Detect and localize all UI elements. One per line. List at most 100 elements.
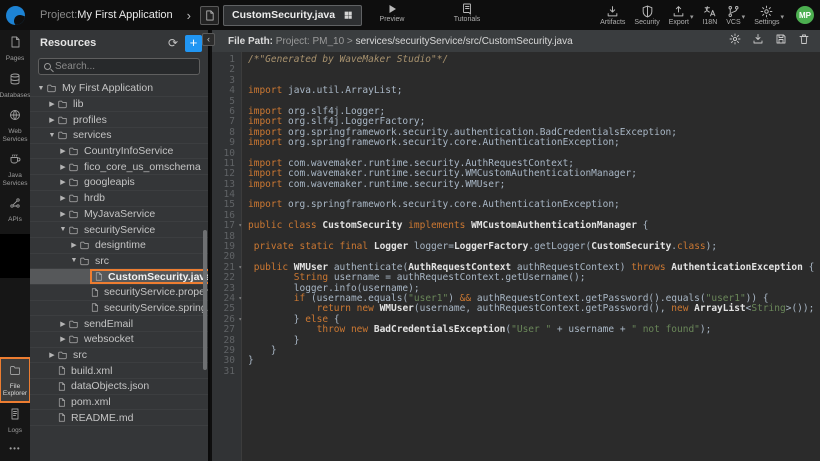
- more-options-icon[interactable]: •••: [9, 438, 20, 461]
- fold-arrow-icon[interactable]: ▾: [238, 315, 242, 325]
- expand-arrow-icon[interactable]: ▶: [47, 116, 57, 124]
- rail-item-file-explorer[interactable]: File Explorer: [0, 358, 30, 402]
- tree-item-profiles[interactable]: ▶profiles: [30, 112, 208, 128]
- tree-item-countryinfoservice[interactable]: ▶ CountryInfoService: [30, 144, 208, 160]
- rail-item-java-services[interactable]: Java Services: [0, 147, 30, 191]
- globe-icon: [9, 108, 21, 126]
- line-number: 31: [212, 367, 242, 377]
- folder-icon: [79, 240, 90, 250]
- trash-icon[interactable]: [798, 32, 810, 50]
- folder-icon: [57, 115, 68, 125]
- code-text: [242, 65, 248, 75]
- tree-item-designtime[interactable]: ▶designtime: [30, 238, 208, 254]
- panel-collapse-button[interactable]: ‹: [202, 33, 215, 46]
- rail-item-databases[interactable]: Databases: [0, 67, 30, 104]
- tree-item-customsecurity-java[interactable]: CustomSecurity.java: [30, 269, 208, 285]
- tree-item-myjavaservice[interactable]: ▶MyJavaService: [30, 207, 208, 223]
- folder-icon: [68, 319, 79, 329]
- line-number: 2: [212, 65, 242, 75]
- fold-arrow-icon[interactable]: ▾: [238, 221, 242, 231]
- expand-arrow-icon[interactable]: ▶: [58, 178, 68, 186]
- resources-title: Resources: [40, 37, 168, 49]
- collapse-arrow-icon[interactable]: ▼: [36, 85, 46, 92]
- tree-item-securityservice-spring-xml[interactable]: securityService.spring.xml: [30, 301, 208, 317]
- expand-arrow-icon[interactable]: ▶: [47, 351, 57, 359]
- tutorials-label: Tutorials: [454, 16, 481, 23]
- settings-button[interactable]: Settings: [754, 5, 779, 26]
- fold-arrow-icon[interactable]: ▾: [238, 294, 242, 304]
- tree-item-src[interactable]: ▼src: [30, 254, 208, 270]
- collapse-arrow-icon[interactable]: ▼: [47, 132, 57, 139]
- line-number: 3: [212, 76, 242, 86]
- line-number: 9: [212, 138, 242, 148]
- expand-arrow-icon[interactable]: ▶: [47, 100, 57, 108]
- refresh-icon[interactable]: ⟳: [168, 36, 178, 50]
- file-tree: ▼My First Application▶lib▶profiles▼servi…: [30, 81, 208, 426]
- tree-item-dataobjects-json[interactable]: dataObjects.json: [30, 379, 208, 395]
- user-avatar[interactable]: MP: [796, 6, 814, 24]
- grid-icon[interactable]: [343, 10, 353, 20]
- code-line-30: 30}: [212, 356, 820, 366]
- code-line-28: 28 }: [212, 336, 820, 346]
- collapse-arrow-icon[interactable]: ▼: [58, 226, 68, 233]
- tree-scrollbar[interactable]: [203, 230, 207, 370]
- tree-item-label: CountryInfoService: [84, 145, 173, 157]
- expand-arrow-icon[interactable]: ▶: [58, 320, 68, 328]
- tutorials-button[interactable]: Tutorials: [450, 3, 484, 23]
- code-editor[interactable]: File Path: Project: PM_10 > services/sec…: [212, 30, 820, 461]
- security-button[interactable]: Security: [634, 5, 659, 26]
- resource-search[interactable]: [38, 58, 200, 75]
- preview-button[interactable]: Preview: [377, 3, 407, 23]
- search-input[interactable]: [55, 61, 194, 72]
- tree-item-websocket[interactable]: ▶websocket: [30, 332, 208, 348]
- editor-settings-gear-icon[interactable]: [729, 32, 741, 50]
- tree-item-securityservice[interactable]: ▼ securityService: [30, 222, 208, 238]
- tree-item-lib[interactable]: ▶lib: [30, 97, 208, 113]
- code-area[interactable]: 1/*"Generated by WaveMaker Studio"*/234i…: [212, 52, 820, 461]
- tree-item-sendemail[interactable]: ▶sendEmail: [30, 316, 208, 332]
- tree-item-src[interactable]: ▶src: [30, 348, 208, 364]
- artifacts-button[interactable]: Artifacts: [600, 5, 625, 26]
- tree-item-build-xml[interactable]: build.xml: [30, 363, 208, 379]
- tree-item-readme-md[interactable]: README.md: [30, 410, 208, 426]
- folder-icon: [57, 99, 68, 109]
- expand-arrow-icon[interactable]: ▶: [58, 194, 68, 202]
- i18n-button[interactable]: I18N: [702, 5, 717, 26]
- selected-file-highlight: CustomSecurity.java: [90, 269, 208, 284]
- tree-item-label: CustomSecurity.java: [108, 271, 208, 283]
- folder-icon: [68, 334, 79, 344]
- fold-arrow-icon[interactable]: ▾: [238, 263, 242, 273]
- tree-item-pom-xml[interactable]: pom.xml: [30, 395, 208, 411]
- expand-arrow-icon[interactable]: ▶: [58, 335, 68, 343]
- add-resource-button[interactable]: +: [185, 35, 202, 52]
- project-name[interactable]: My First Application: [77, 9, 172, 21]
- rail-item-apis[interactable]: APIs: [0, 191, 30, 228]
- expand-arrow-icon[interactable]: ▶: [58, 210, 68, 218]
- vcs-button[interactable]: VCS: [726, 5, 740, 26]
- tree-item-googleapis[interactable]: ▶googleapis: [30, 175, 208, 191]
- folder-icon: [57, 350, 68, 360]
- tree-item-label: securityService: [84, 224, 155, 236]
- collapse-arrow-icon[interactable]: ▼: [69, 257, 79, 264]
- expand-arrow-icon[interactable]: ▶: [69, 241, 79, 249]
- tree-item-services[interactable]: ▼services: [30, 128, 208, 144]
- expand-arrow-icon[interactable]: ▶: [58, 163, 68, 171]
- save-icon[interactable]: [775, 32, 787, 50]
- wavemaker-logo-icon[interactable]: [0, 0, 30, 30]
- export-button[interactable]: Export: [669, 5, 689, 26]
- rail-item-pages[interactable]: Pages: [0, 30, 30, 67]
- rail-item-web-services[interactable]: Web Services: [0, 103, 30, 147]
- code-line-13: 13import com.wavemaker.runtime.security.…: [212, 180, 820, 190]
- tree-item-securityservice-properties[interactable]: securityService.properties: [30, 285, 208, 301]
- expand-arrow-icon[interactable]: ▶: [58, 147, 68, 155]
- tree-item-label: dataObjects.json: [71, 380, 149, 392]
- folder-icon: [68, 225, 79, 235]
- tree-item-fico-core-us-omschema[interactable]: ▶ fico_core_us_omschema: [30, 159, 208, 175]
- rail-item-logs[interactable]: Logs: [0, 402, 30, 439]
- tree-item-my-first-application[interactable]: ▼My First Application: [30, 81, 208, 97]
- tab-customsecurity-java[interactable]: CustomSecurity.java: [223, 5, 362, 26]
- tree-item-hrdb[interactable]: ▶hrdb: [30, 191, 208, 207]
- download-file-icon[interactable]: [752, 32, 764, 50]
- tree-item-label: fico_core_us_omschema: [84, 161, 201, 173]
- file-type-icon[interactable]: [200, 6, 219, 25]
